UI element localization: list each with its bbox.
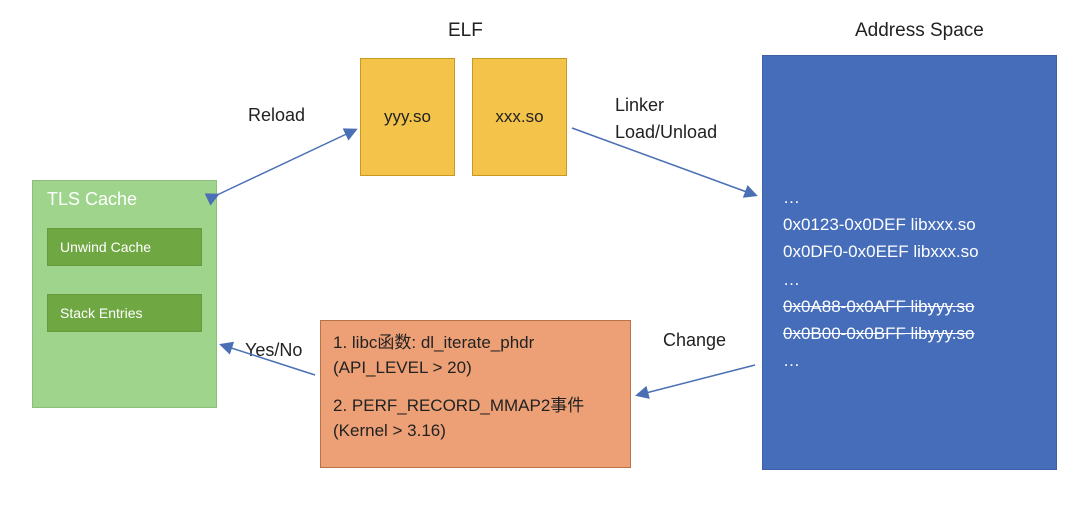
label-yesno: Yes/No [245, 340, 302, 361]
addr-line: 0x0A88-0x0AFF libyyy.so [783, 293, 1036, 320]
addr-line: … [783, 184, 1036, 211]
addr-line: 0x0DF0-0x0EEF libxxx.so [783, 238, 1036, 265]
label-linker: LinkerLoad/Unload [615, 92, 755, 146]
method-1: 1. libc函数: dl_iterate_phdr [333, 331, 618, 356]
address-space-title: Address Space [855, 20, 984, 42]
elf-so-xxx: xxx.so [472, 58, 567, 176]
detection-methods-box: 1. libc函数: dl_iterate_phdr (API_LEVEL > … [320, 320, 631, 468]
elf-so-yyy: yyy.so [360, 58, 455, 176]
addr-line: … [783, 266, 1036, 293]
elf-title: ELF [448, 20, 483, 42]
method-2: 2. PERF_RECORD_MMAP2事件 [333, 394, 618, 419]
stack-entries: Stack Entries [47, 294, 202, 332]
address-space-box: …0x0123-0x0DEF libxxx.so0x0DF0-0x0EEF li… [762, 55, 1057, 470]
tls-cache-title: TLS Cache [47, 189, 202, 210]
label-change: Change [663, 330, 726, 351]
label-reload: Reload [248, 105, 305, 126]
addr-line: 0x0123-0x0DEF libxxx.so [783, 211, 1036, 238]
addr-line: 0x0B00-0x0BFF libyyy.so [783, 320, 1036, 347]
addr-line: … [783, 347, 1036, 374]
tls-cache-box: TLS Cache Unwind Cache Stack Entries [32, 180, 217, 408]
unwind-cache: Unwind Cache [47, 228, 202, 266]
method-2-cond: (Kernel > 3.16) [333, 419, 618, 444]
method-1-cond: (API_LEVEL > 20) [333, 356, 618, 381]
